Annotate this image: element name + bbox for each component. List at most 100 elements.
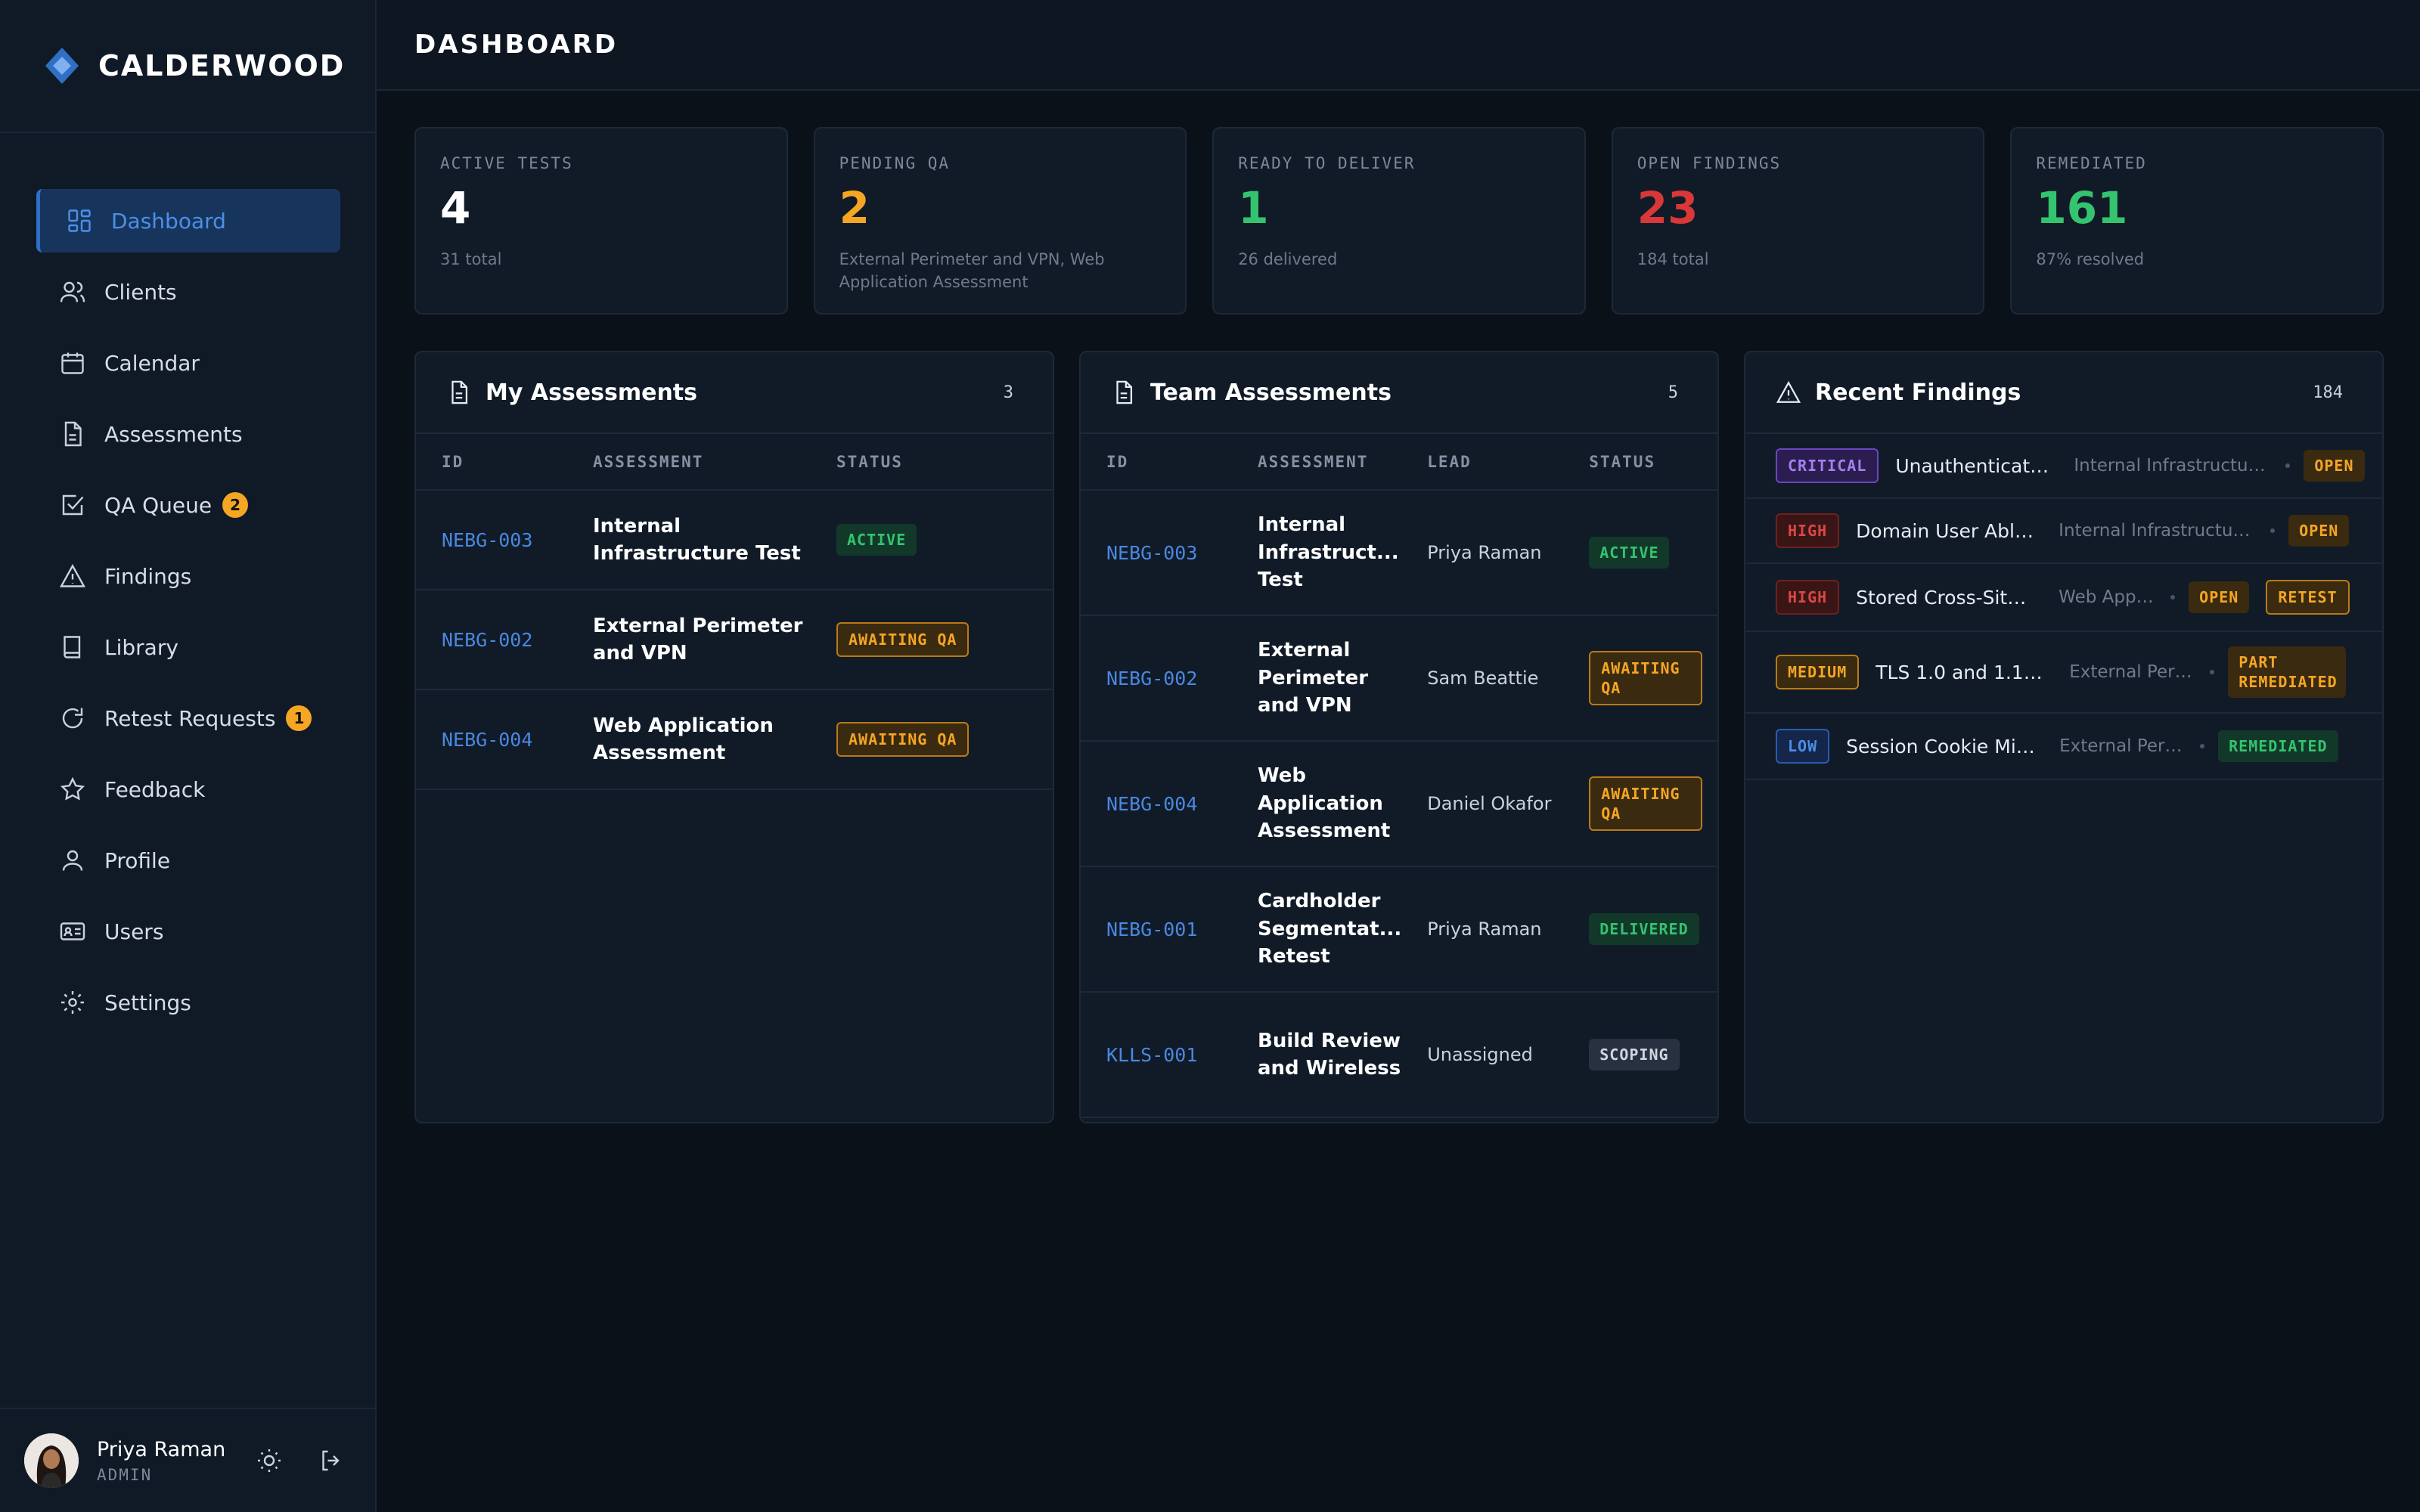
sidebar-item-dashboard[interactable]: Dashboard (36, 189, 340, 253)
table-row[interactable]: NEBG-003 Internal Infrastructure Test AC… (416, 490, 1053, 590)
table-row[interactable]: NEBG-001 Cardholder Segmentat... Retest … (1081, 866, 1717, 993)
sidebar-item-label: QA Queue (104, 492, 213, 518)
panel-count: 5 (1668, 383, 1678, 402)
finding-row[interactable]: LOW Session Cookie Missi... External Per… (1745, 714, 2382, 780)
status-cell: DELIVERED (1563, 866, 1717, 993)
stat-label: ACTIVE TESTS (440, 154, 573, 172)
severity-badge: HIGH (1776, 580, 1840, 615)
brand[interactable]: CALDERWOOD (0, 0, 375, 133)
gear-icon (61, 991, 84, 1014)
stat-value: 161 (2036, 182, 2128, 234)
sidebar-item-clients[interactable]: Clients (36, 260, 340, 324)
status-cell: AWAITING QA (1563, 615, 1717, 742)
finding-title: Unauthenticate... (1895, 454, 2053, 477)
panel-count: 184 (2313, 383, 2343, 402)
assessment-id-link[interactable]: NEBG-003 (416, 490, 567, 590)
finding-row[interactable]: CRITICAL Unauthenticate... Internal Infr… (1745, 434, 2382, 499)
sidebar-item-findings[interactable]: Findings (36, 544, 340, 608)
user-bar: Priya Raman ADMIN (0, 1408, 375, 1512)
sidebar-item-label: Retest Requests (104, 705, 276, 731)
sidebar-item-profile[interactable]: Profile (36, 829, 340, 892)
assessment-id-link[interactable]: NEBG-003 (1081, 490, 1232, 616)
stat-card-open-findings[interactable]: OPEN FINDINGS 23 184 total (1611, 127, 1985, 314)
table-row[interactable]: NEBG-002 External Perimeter and VPN Sam … (1081, 615, 1717, 742)
separator-dot (2270, 528, 2276, 533)
finding-row[interactable]: MEDIUM TLS 1.0 and 1.1 Acc... External P… (1745, 632, 2382, 714)
assessment-name: Internal Infrastructure Test (567, 490, 811, 590)
stat-card-remediated[interactable]: REMEDIATED 161 87% resolved (2010, 127, 2384, 314)
assessment-name: External Perimeter and VPN (1232, 615, 1402, 742)
sidebar-item-label: Settings (104, 990, 191, 1015)
table-row[interactable]: KLLS-001 Build Review and Wireless Unass… (1081, 992, 1717, 1118)
severity-badge: LOW (1776, 729, 1830, 764)
recent-findings-panel: Recent Findings 184 CRITICAL Unauthentic… (1744, 351, 2384, 1123)
sidebar-item-label: Findings (104, 563, 192, 589)
stat-sub: 184 total (1637, 250, 1709, 268)
separator-dot (2285, 463, 2291, 468)
sidebar-item-retest-requests[interactable]: Retest Requests 1 (36, 686, 340, 750)
stat-label: REMEDIATED (2036, 154, 2147, 172)
avatar-portrait-icon (24, 1433, 79, 1488)
lead-name: Daniel Okafor (1401, 741, 1564, 867)
table-row[interactable]: NEBG-004 Web Application Assessment AWAI… (416, 689, 1053, 790)
user-icon (62, 850, 83, 871)
lead-name: Priya Raman (1401, 866, 1564, 993)
status-cell: SCOPING (1563, 992, 1717, 1118)
column-header: LEAD (1401, 434, 1564, 491)
severity-badge: CRITICAL (1776, 448, 1879, 483)
finding-assessment: External Perime... (2059, 736, 2187, 756)
avatar[interactable] (24, 1433, 79, 1488)
sun-icon[interactable] (256, 1447, 283, 1474)
finding-row[interactable]: HIGH Domain User Able t... Internal Infr… (1745, 499, 2382, 564)
sidebar-item-library[interactable]: Library (36, 615, 340, 679)
stat-sub: 87% resolved (2036, 250, 2145, 268)
status-badge: AWAITING QA (836, 622, 970, 657)
assessment-id-link[interactable]: NEBG-002 (416, 590, 567, 690)
team-assessments-panel: Team Assessments 5 ID ASSESSMENT LEAD ST… (1079, 351, 1719, 1123)
sidebar-item-feedback[interactable]: Feedback (36, 758, 340, 821)
sidebar-item-settings[interactable]: Settings (36, 971, 340, 1034)
sidebar-item-calendar[interactable]: Calendar (36, 331, 340, 395)
assessment-id-link[interactable]: NEBG-004 (1081, 741, 1232, 867)
status-badge: ACTIVE (1589, 537, 1670, 569)
assessment-id-link[interactable]: NEBG-001 (1081, 866, 1232, 993)
stat-card-active-tests[interactable]: ACTIVE TESTS 4 31 total (414, 127, 788, 314)
stats-row: ACTIVE TESTS 4 31 total PENDING QA 2 Ext… (414, 127, 2384, 314)
table-header-row: ID ASSESSMENT LEAD STATUS (1081, 434, 1717, 491)
stat-sub: 26 delivered (1238, 250, 1338, 268)
user-name: Priya Raman (97, 1437, 226, 1461)
assessment-id-link[interactable]: NEBG-002 (1081, 615, 1232, 742)
sidebar-item-label: Feedback (104, 776, 206, 802)
assessment-name: External Perimeter and VPN (567, 590, 811, 690)
stat-value: 4 (440, 182, 471, 234)
logout-icon[interactable] (318, 1447, 345, 1474)
assessment-id-link[interactable]: NEBG-004 (416, 689, 567, 790)
status-cell: AWAITING QA (811, 590, 1053, 690)
status-badge: OPEN (2189, 581, 2250, 613)
column-header: STATUS (1563, 434, 1717, 491)
stat-label: PENDING QA (839, 154, 951, 172)
panel-header: Team Assessments 5 (1081, 352, 1717, 434)
warning-icon (1776, 380, 1801, 403)
main-nav: Dashboard Clients Calendar Assessments Q… (36, 189, 340, 1042)
panel-header: My Assessments 3 (416, 352, 1053, 434)
table-row[interactable]: NEBG-004 Web Application Assessment Dani… (1081, 741, 1717, 867)
assessment-id-link[interactable]: KLLS-001 (1081, 992, 1232, 1118)
users-icon (60, 281, 85, 302)
stat-card-ready-to-deliver[interactable]: READY TO DELIVER 1 26 delivered (1212, 127, 1586, 314)
stat-label: READY TO DELIVER (1238, 154, 1416, 172)
table-row[interactable]: NEBG-002 External Perimeter and VPN AWAI… (416, 590, 1053, 690)
table-row[interactable]: NEBG-003 Internal Infrastruct... Test Pr… (1081, 490, 1717, 616)
finding-row[interactable]: HIGH Stored Cross-Site S... Web Applic..… (1745, 564, 2382, 632)
stat-card-pending-qa[interactable]: PENDING QA 2 External Perimeter and VPN,… (813, 127, 1187, 314)
sidebar-item-users[interactable]: Users (36, 900, 340, 963)
sidebar-item-label: Calendar (104, 350, 200, 376)
status-badge: AWAITING QA (1589, 776, 1703, 831)
sidebar-item-qa-queue[interactable]: QA Queue 2 (36, 473, 340, 537)
sidebar-item-assessments[interactable]: Assessments (36, 402, 340, 466)
warning-icon (59, 564, 86, 587)
finding-title: Session Cookie Missi... (1846, 735, 2039, 758)
retest-count-badge: 1 (286, 705, 312, 731)
status-cell: ACTIVE (811, 490, 1053, 590)
status-cell: ACTIVE (1563, 490, 1717, 616)
